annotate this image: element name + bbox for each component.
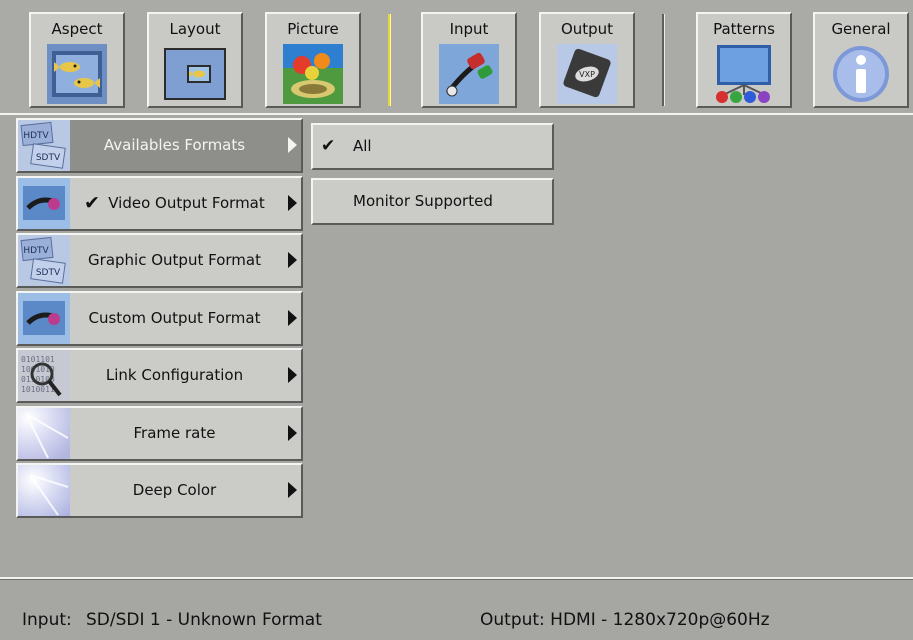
aspect-button[interactable]: Aspect bbox=[29, 12, 125, 108]
toolbar-separator bbox=[662, 14, 665, 106]
submenu-arrow-icon bbox=[288, 195, 297, 211]
svg-text:SDTV: SDTV bbox=[36, 153, 61, 163]
status-bar: Input: SD/SDI 1 - Unknown Format Output:… bbox=[0, 577, 913, 640]
input-status-value: SD/SDI 1 - Unknown Format bbox=[86, 610, 322, 630]
layout-button-label: Layout bbox=[169, 20, 221, 38]
layout-button[interactable]: Layout bbox=[147, 12, 243, 108]
patterns-button[interactable]: Patterns bbox=[696, 12, 792, 108]
menu-item-label: Frame rate bbox=[133, 424, 216, 442]
input-status-label: Input: bbox=[22, 610, 72, 630]
output-vxp-icon: VXP bbox=[557, 44, 617, 104]
input-button[interactable]: Input bbox=[421, 12, 517, 108]
submenu-arrow-icon bbox=[288, 425, 297, 441]
binary-magnifier-icon: 0101101 1001010 0110100 1010011 bbox=[18, 350, 70, 401]
submenu-item-all[interactable]: ✔ All bbox=[311, 123, 554, 170]
submenu-arrow-icon bbox=[288, 137, 297, 153]
general-info-icon bbox=[833, 46, 889, 102]
menu-item-deep-color[interactable]: Deep Color bbox=[16, 463, 303, 518]
svg-text:VXP: VXP bbox=[579, 70, 595, 79]
picture-button-label: Picture bbox=[287, 20, 339, 38]
light-rays-icon bbox=[18, 408, 70, 459]
output-button-label: Output bbox=[560, 20, 614, 38]
input-cable-icon bbox=[439, 44, 499, 104]
menu-item-label: Deep Color bbox=[132, 481, 217, 499]
submenu-arrow-icon bbox=[288, 310, 297, 326]
menu-item-label: Link Configuration bbox=[105, 366, 244, 384]
svg-text:HDTV: HDTV bbox=[23, 131, 49, 141]
menu-item-frame-rate[interactable]: Frame rate bbox=[16, 406, 303, 461]
svg-text:SDTV: SDTV bbox=[36, 268, 61, 278]
submenu-item-label: All bbox=[353, 137, 372, 155]
menu-item-label: Custom Output Format bbox=[88, 309, 261, 327]
toolbar-separator bbox=[388, 14, 391, 106]
layout-fish-icon bbox=[164, 48, 226, 100]
hdtv-sdtv-icon: HDTV SDTV bbox=[18, 120, 70, 171]
top-toolbar: Aspect Layout Picture Input Output VXP P… bbox=[0, 0, 913, 115]
menu-item-link-configuration[interactable]: 0101101 1001010 0110100 1010011 Link Con… bbox=[16, 348, 303, 403]
menu-item-availables-formats[interactable]: HDTV SDTV Availables Formats bbox=[16, 118, 303, 173]
general-button-label: General bbox=[831, 20, 891, 38]
submenu-item-label: Monitor Supported bbox=[353, 192, 493, 210]
light-rays-icon bbox=[18, 465, 70, 516]
input-button-label: Input bbox=[449, 20, 489, 38]
patterns-screen-icon bbox=[716, 45, 771, 103]
checkmark-icon: ✔ bbox=[321, 136, 336, 156]
submenu-arrow-icon bbox=[288, 482, 297, 498]
output-button[interactable]: Output VXP bbox=[539, 12, 635, 108]
output-status-text: Output: HDMI - 1280x720p@60Hz bbox=[480, 610, 770, 630]
picture-button[interactable]: Picture bbox=[265, 12, 361, 108]
picture-flower-icon bbox=[283, 44, 343, 104]
general-button[interactable]: General bbox=[813, 12, 909, 108]
submenu-item-monitor-supported[interactable]: Monitor Supported bbox=[311, 178, 554, 225]
submenu-arrow-icon bbox=[288, 252, 297, 268]
menu-item-label: Video Output Format bbox=[108, 194, 265, 212]
menu-item-graphic-output-format[interactable]: HDTV SDTV Graphic Output Format bbox=[16, 233, 303, 288]
menu-item-label: Graphic Output Format bbox=[88, 251, 261, 269]
svg-text:0101101: 0101101 bbox=[21, 355, 55, 364]
menu-item-video-output-format[interactable]: ✔ Video Output Format bbox=[16, 176, 303, 231]
aspect-fish-icon bbox=[47, 44, 107, 104]
video-output-icon bbox=[18, 178, 70, 229]
svg-text:1010011: 1010011 bbox=[21, 385, 55, 394]
aspect-button-label: Aspect bbox=[51, 20, 103, 38]
hdtv-sdtv-icon: HDTV SDTV bbox=[18, 235, 70, 286]
menu-item-custom-output-format[interactable]: Custom Output Format bbox=[16, 291, 303, 346]
svg-text:HDTV: HDTV bbox=[23, 246, 49, 256]
submenu-arrow-icon bbox=[288, 367, 297, 383]
patterns-button-label: Patterns bbox=[713, 20, 775, 38]
video-output-icon bbox=[18, 293, 70, 344]
menu-item-label: Availables Formats bbox=[103, 136, 246, 154]
